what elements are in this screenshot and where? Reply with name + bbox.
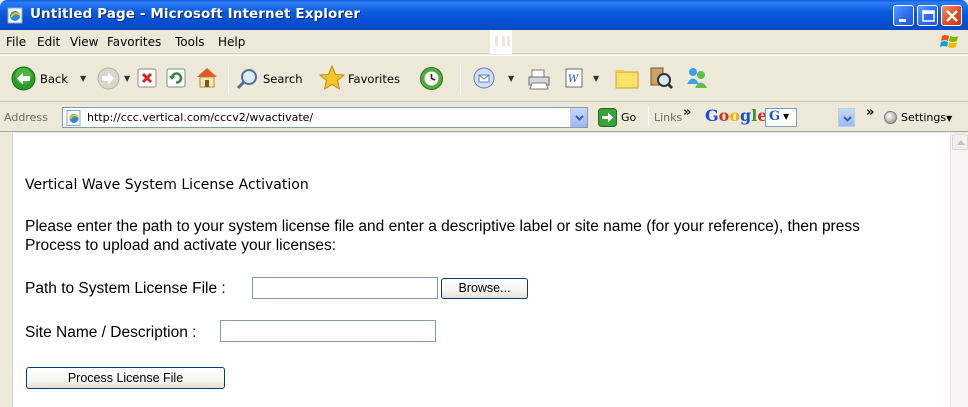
menu-help[interactable]: Help — [218, 35, 245, 49]
minimize-button[interactable] — [893, 5, 914, 26]
chevron-down-icon: ▼ — [783, 112, 790, 121]
back-arrow-icon[interactable] — [11, 66, 36, 91]
menu-bar: File Edit View Favorites Tools Help — [0, 30, 968, 54]
settings-icon[interactable] — [884, 111, 897, 124]
print-icon[interactable] — [526, 66, 552, 92]
chevron-down-icon — [843, 116, 852, 122]
links-chevron[interactable]: » — [683, 105, 691, 120]
research-icon[interactable] — [648, 65, 674, 91]
address-dropdown-button[interactable] — [570, 108, 587, 127]
google-toolbar-chevron[interactable]: » — [866, 105, 874, 120]
google-toolbar-logo[interactable]: Google — [705, 106, 767, 125]
address-url[interactable]: http://ccc.vertical.com/cccv2/wvactivate… — [87, 111, 313, 124]
site-name-label: Site Name / Description : — [25, 324, 197, 341]
standard-toolbar: Back ▼ ▼ Search Favorites ▼ W ▼ — [0, 55, 968, 102]
google-search-menu[interactable]: G ▼ — [765, 108, 797, 127]
vertical-scrollbar[interactable] — [950, 133, 968, 407]
menu-tools[interactable]: Tools — [175, 35, 205, 49]
windows-flag-icon — [940, 35, 958, 48]
links-label[interactable]: Links — [654, 111, 682, 124]
back-dropdown-arrow[interactable]: ▼ — [80, 74, 86, 83]
go-button-label[interactable]: Go — [621, 111, 636, 124]
page-heading: Vertical Wave System License Activation — [25, 177, 309, 193]
ie-page-icon — [66, 110, 81, 126]
forward-dropdown-arrow[interactable]: ▼ — [124, 74, 130, 83]
instructions-text: Please enter the path to your system lic… — [25, 218, 860, 254]
menu-file[interactable]: File — [6, 35, 26, 49]
ie-window: Untitled Page - Microsoft Internet Explo… — [0, 0, 968, 407]
chevron-down-icon — [575, 115, 584, 121]
page-viewport: Vertical Wave System License Activation … — [0, 133, 968, 407]
license-path-input[interactable] — [252, 277, 438, 299]
favorites-star-icon[interactable] — [318, 64, 346, 92]
messenger-icon[interactable] — [684, 65, 710, 91]
back-button-label[interactable]: Back — [40, 72, 68, 86]
scroll-up-button[interactable] — [952, 134, 968, 150]
google-g-label: G — [769, 109, 781, 124]
mail-icon[interactable] — [472, 66, 499, 91]
folder-icon[interactable] — [614, 66, 640, 91]
svg-text:W: W — [568, 74, 579, 85]
menu-bar-artifact — [490, 30, 512, 54]
maximize-button[interactable] — [917, 5, 938, 26]
address-bar: Address http://ccc.vertical.com/cccv2/wv… — [0, 103, 968, 132]
history-icon[interactable] — [418, 65, 445, 92]
license-path-label: Path to System License File : — [25, 280, 226, 297]
process-license-button[interactable]: Process License File — [26, 367, 225, 389]
title-bar: Untitled Page - Microsoft Internet Explo… — [0, 0, 968, 30]
ie-page-icon — [7, 7, 23, 24]
search-magnifier-icon[interactable] — [236, 67, 260, 91]
forward-arrow-icon[interactable] — [97, 67, 120, 90]
home-icon[interactable] — [194, 65, 220, 90]
close-icon — [946, 10, 958, 22]
maximize-icon — [922, 10, 935, 22]
edit-dropdown-arrow[interactable]: ▼ — [593, 74, 599, 83]
close-button[interactable] — [941, 5, 962, 26]
window-title: Untitled Page - Microsoft Internet Explo… — [30, 6, 361, 22]
stop-icon[interactable] — [136, 67, 158, 89]
minimize-icon — [899, 19, 906, 22]
search-button-label[interactable]: Search — [263, 72, 303, 86]
address-label: Address — [4, 111, 48, 124]
refresh-icon[interactable] — [165, 67, 187, 89]
google-search-dropdown[interactable] — [838, 108, 855, 127]
address-input[interactable]: http://ccc.vertical.com/cccv2/wvactivate… — [62, 107, 588, 128]
edit-word-icon[interactable]: W — [563, 67, 585, 89]
go-arrow-icon[interactable] — [598, 108, 617, 127]
menu-view[interactable]: View — [70, 35, 98, 49]
mail-dropdown-arrow[interactable]: ▼ — [508, 74, 514, 83]
favorites-button-label[interactable]: Favorites — [348, 72, 400, 86]
page-body: Vertical Wave System License Activation … — [12, 133, 938, 407]
menu-edit[interactable]: Edit — [37, 35, 60, 49]
menu-favorites[interactable]: Favorites — [107, 35, 161, 49]
google-search-input[interactable] — [802, 108, 856, 127]
browse-button[interactable]: Browse... — [441, 278, 528, 299]
site-name-input[interactable] — [220, 320, 436, 342]
settings-button[interactable]: Settings▼ — [901, 111, 952, 124]
scroll-up-arrow-icon — [957, 140, 965, 145]
